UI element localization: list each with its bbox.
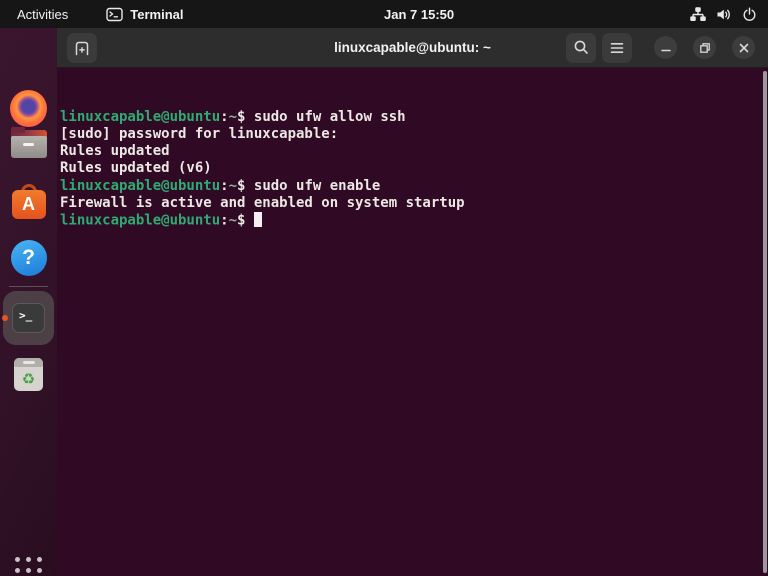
terminal-line: Rules updated (v6) xyxy=(60,160,756,177)
activities-button[interactable]: Activities xyxy=(17,7,68,22)
volume-icon xyxy=(716,7,732,22)
minimize-button[interactable] xyxy=(654,36,677,59)
maximize-button[interactable] xyxy=(693,36,716,59)
search-icon xyxy=(573,39,590,56)
focused-app-indicator[interactable]: Terminal xyxy=(106,7,183,22)
terminal-line: Rules updated xyxy=(60,143,756,160)
terminal-line: linuxcapable@ubuntu:~$ sudo ufw allow ss… xyxy=(60,109,756,126)
help-icon: ? xyxy=(11,240,47,276)
firefox-icon xyxy=(10,90,47,127)
new-tab-icon xyxy=(72,38,92,57)
show-applications-button[interactable] xyxy=(0,557,57,576)
files-icon xyxy=(11,127,47,158)
minimize-icon xyxy=(660,42,672,54)
terminal-icon: >_ xyxy=(12,303,45,333)
terminal-scrollbar[interactable] xyxy=(763,71,767,573)
system-status-area[interactable] xyxy=(690,0,757,28)
dock-item-files[interactable] xyxy=(0,127,57,158)
network-icon xyxy=(690,7,706,22)
dock-item-terminal-active[interactable]: >_ xyxy=(3,291,54,345)
dock-separator xyxy=(9,286,48,287)
search-button[interactable] xyxy=(566,33,596,63)
dock-item-ubuntu-software[interactable]: A xyxy=(0,183,57,219)
dock-item-help[interactable]: ? xyxy=(0,240,57,276)
clock-button[interactable]: Jan 7 15:50 xyxy=(384,0,454,28)
terminal-line: linuxcapable@ubuntu:~$ xyxy=(60,212,756,229)
terminal-content[interactable]: linuxcapable@ubuntu:~$ sudo ufw allow ss… xyxy=(57,68,768,576)
dock: A ? >_ ♻ xyxy=(0,28,57,576)
top-bar: Activities Terminal Jan 7 15:50 xyxy=(0,0,768,28)
close-button[interactable] xyxy=(732,36,755,59)
trash-icon: ♻ xyxy=(14,358,43,391)
restore-icon xyxy=(699,42,711,54)
terminal-window: linuxcapable@ubuntu: ~ xyxy=(57,28,768,576)
terminal-line: linuxcapable@ubuntu:~$ sudo ufw enable xyxy=(60,178,756,195)
dock-item-trash[interactable]: ♻ xyxy=(0,358,57,391)
terminal-line: Firewall is active and enabled on system… xyxy=(60,195,756,212)
terminal-output: linuxcapable@ubuntu:~$ sudo ufw allow ss… xyxy=(60,109,756,230)
power-icon xyxy=(742,7,757,22)
terminal-cursor xyxy=(254,212,263,227)
terminal-app-icon xyxy=(106,7,123,22)
menu-button[interactable] xyxy=(602,33,632,63)
window-title: linuxcapable@ubuntu: ~ xyxy=(334,40,491,55)
new-tab-button[interactable] xyxy=(67,33,97,63)
ubuntu-software-icon: A xyxy=(12,183,46,219)
focused-app-name: Terminal xyxy=(130,7,183,22)
dock-item-firefox[interactable] xyxy=(0,90,57,127)
terminal-line: [sudo] password for linuxcapable: xyxy=(60,126,756,143)
terminal-headerbar[interactable]: linuxcapable@ubuntu: ~ xyxy=(57,28,768,68)
close-icon xyxy=(738,42,750,54)
headerbar-controls xyxy=(566,33,755,63)
running-indicator-dot xyxy=(2,315,8,321)
hamburger-menu-icon xyxy=(609,41,625,55)
